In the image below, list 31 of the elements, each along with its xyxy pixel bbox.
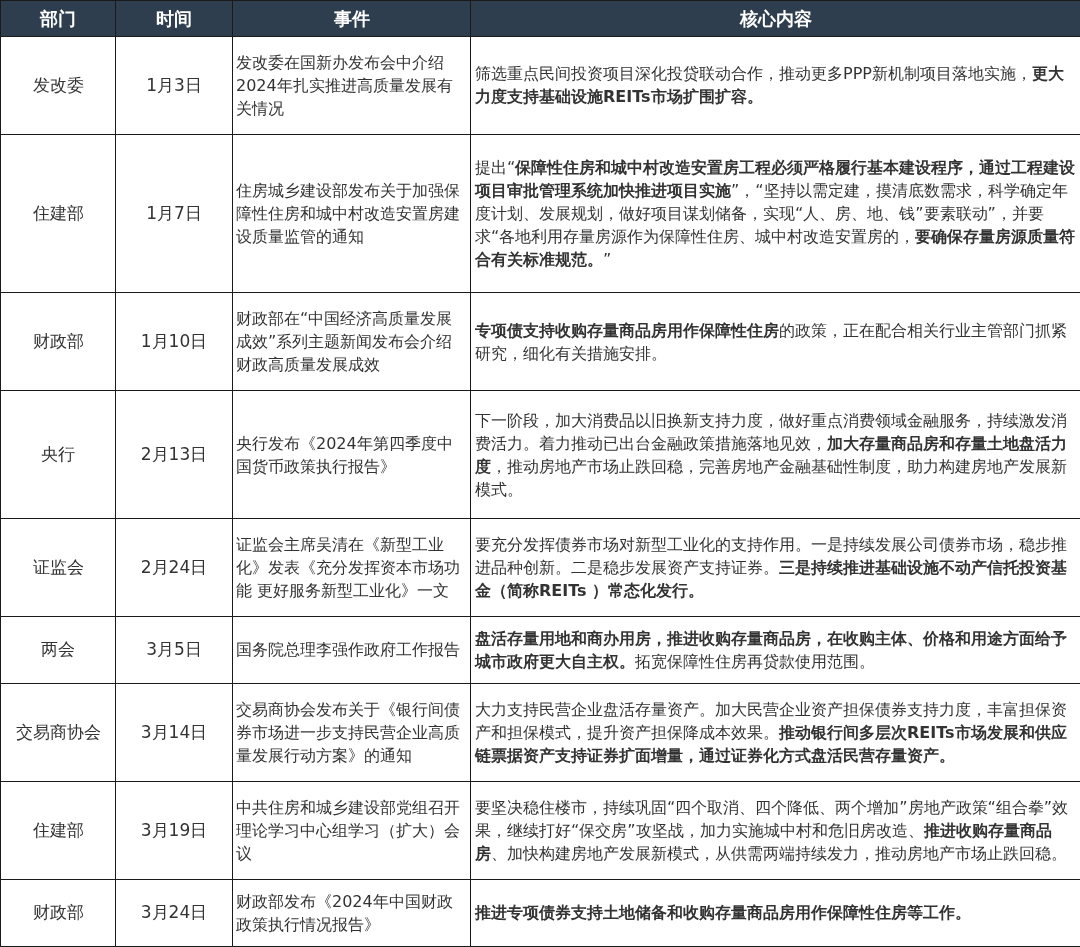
table-cell: 财政部在“中国经济高质量发展成效”系列主题新闻发布会介绍财政高质量发展成效 [232, 292, 471, 391]
table-cell: 1月7日 [115, 134, 233, 293]
table-cell: 央行发布《2024年第四季度中国货币政策执行报告》 [232, 390, 471, 519]
table-cell: 交易商协会 [0, 683, 116, 782]
table-cell: 财政部发布《2024年中国财政政策执行情况报告》 [232, 879, 471, 947]
table-cell: 1月3日 [115, 36, 233, 135]
table-cell: 发改委 [0, 36, 116, 135]
table-cell: 发改委在国新办发布会中介绍2024年扎实推进高质量发展有关情况 [232, 36, 471, 135]
table-cell: 央行 [0, 390, 116, 519]
column-header: 部门 [0, 0, 116, 37]
column-header: 事件 [232, 0, 471, 37]
table-cell: 住建部 [0, 781, 116, 880]
table-cell: 3月14日 [115, 683, 233, 782]
table-cell: 交易商协会发布关于《银行间债券市场进一步支持民营企业高质量发展行动方案》的通知 [232, 683, 471, 782]
table-cell: 住房城乡建设部发布关于加强保障性住房和城中村改造安置房建设质量监管的通知 [232, 134, 471, 293]
table-cell: 1月10日 [115, 292, 233, 391]
table-cell: 2月24日 [115, 518, 233, 617]
table-cell: 3月5日 [115, 616, 233, 684]
table-cell: 证监会 [0, 518, 116, 617]
table-cell: 3月19日 [115, 781, 233, 880]
table-cell: 财政部 [0, 292, 116, 391]
table-cell: 两会 [0, 616, 116, 684]
table-cell: 证监会主席吴清在《新型工业化》发表《充分发挥资本市场功能 更好服务新型工业化》一文 [232, 518, 471, 617]
table-cell: 3月24日 [115, 879, 233, 947]
column-header: 核心内容 [470, 0, 1080, 37]
table-cell: 国务院总理李强作政府工作报告 [232, 616, 471, 684]
table-cell: 财政部 [0, 879, 116, 947]
table-cell: 2月13日 [115, 390, 233, 519]
column-header: 时间 [115, 0, 233, 37]
table-cell: 中共住房和城乡建设部党组召开理论学习中心组学习（扩大）会议 [232, 781, 471, 880]
table-cell: 住建部 [0, 134, 116, 293]
